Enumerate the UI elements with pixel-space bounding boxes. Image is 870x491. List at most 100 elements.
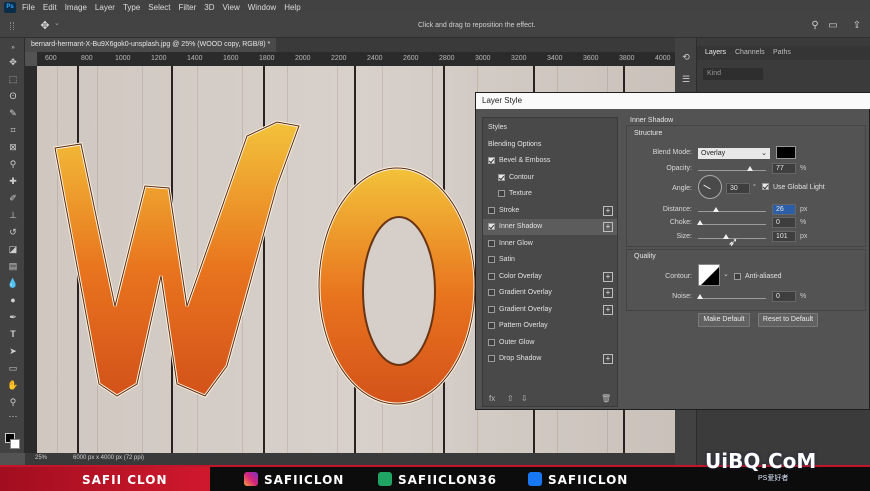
style-checkbox[interactable]: [488, 322, 495, 329]
fx-icon[interactable]: fx: [489, 394, 495, 403]
style-checkbox[interactable]: [488, 239, 495, 247]
style-item-inner-glow[interactable]: Inner Glow: [483, 236, 617, 252]
add-style-icon[interactable]: +: [603, 222, 613, 232]
zoom-level[interactable]: 25%: [35, 455, 47, 461]
distance-slider-handle[interactable]: [712, 207, 719, 212]
anti-aliased-checkbox[interactable]: [734, 273, 741, 280]
style-item-inner-shadow[interactable]: Inner Shadow +: [483, 219, 617, 235]
style-item-styles[interactable]: Styles: [483, 120, 617, 136]
style-item-outer-glow[interactable]: Outer Glow: [483, 335, 617, 351]
crop-icon[interactable]: ⌗: [6, 124, 20, 136]
eyedropper-icon[interactable]: ⚲: [6, 158, 20, 170]
layer-kind-filter[interactable]: Kind: [703, 68, 763, 80]
move-tool-icon[interactable]: ✥: [38, 19, 52, 33]
noise-slider-handle[interactable]: [697, 294, 703, 299]
menu-filter[interactable]: Filter: [179, 3, 197, 12]
choke-input[interactable]: 0: [772, 217, 796, 228]
menu-image[interactable]: Image: [65, 3, 87, 12]
style-item-texture[interactable]: Texture: [483, 186, 617, 202]
trash-icon[interactable]: 🗑: [601, 394, 611, 403]
menu-select[interactable]: Select: [148, 3, 170, 12]
add-style-icon[interactable]: +: [603, 205, 613, 216]
menu-view[interactable]: View: [223, 3, 240, 12]
photoshop-logo-icon[interactable]: Ps: [4, 1, 16, 13]
dodge-icon[interactable]: ●: [6, 294, 20, 306]
vertical-ruler[interactable]: [25, 66, 37, 453]
style-checkbox[interactable]: [498, 190, 505, 197]
menu-layer[interactable]: Layer: [95, 3, 115, 12]
healing-icon[interactable]: ✚: [6, 175, 20, 187]
type-icon[interactable]: T: [6, 328, 20, 340]
blur-icon[interactable]: 💧: [6, 277, 20, 289]
style-item-gradient-overlay[interactable]: Gradient Overlay +: [483, 302, 617, 318]
tab-paths[interactable]: Paths: [773, 49, 791, 56]
document-tab[interactable]: bernard-hermant-X-Bu9X6gok0-unsplash.jpg…: [25, 38, 277, 52]
search-icon[interactable]: ⚲: [808, 19, 822, 33]
choke-slider-track[interactable]: [698, 224, 766, 225]
menu-edit[interactable]: Edit: [43, 3, 57, 12]
menu-3d[interactable]: 3D: [204, 3, 214, 12]
size-input[interactable]: 101: [772, 231, 796, 242]
path-select-icon[interactable]: ➤: [6, 345, 20, 357]
distance-slider-track[interactable]: [698, 211, 766, 212]
style-checkbox[interactable]: [488, 223, 495, 230]
use-global-light-checkbox[interactable]: [762, 183, 769, 190]
stamp-icon[interactable]: ⊥: [6, 209, 20, 221]
add-style-icon[interactable]: +: [603, 288, 613, 298]
style-checkbox[interactable]: [488, 338, 495, 346]
style-checkbox[interactable]: [488, 272, 495, 280]
style-checkbox[interactable]: [488, 355, 495, 362]
style-item-bevel-emboss[interactable]: Bevel & Emboss: [483, 153, 617, 169]
history-brush-icon[interactable]: ↺: [6, 226, 20, 238]
blend-mode-select[interactable]: Overlay ⌄: [698, 148, 770, 159]
style-checkbox[interactable]: [488, 157, 495, 164]
share-icon[interactable]: ⇪: [850, 19, 864, 33]
tab-layers[interactable]: Layers: [705, 49, 726, 56]
style-item-stroke[interactable]: Stroke +: [483, 203, 617, 219]
style-checkbox[interactable]: [488, 305, 495, 313]
style-item-drop-shadow[interactable]: Drop Shadow +: [483, 351, 617, 367]
style-item-satin[interactable]: Satin: [483, 252, 617, 268]
make-default-button[interactable]: Make Default: [698, 313, 750, 327]
opacity-input[interactable]: 77: [772, 163, 796, 174]
style-checkbox[interactable]: [488, 256, 495, 263]
hand-icon[interactable]: ✋: [6, 379, 20, 391]
shadow-color-swatch[interactable]: [776, 146, 796, 159]
down-arrow-icon[interactable]: ⇩: [521, 394, 528, 403]
distance-input[interactable]: 26: [772, 204, 796, 215]
opacity-slider-track[interactable]: [698, 170, 766, 171]
dialog-title[interactable]: Layer Style: [476, 93, 870, 109]
menu-type[interactable]: Type: [123, 3, 140, 12]
quick-select-icon[interactable]: ✎: [6, 107, 20, 119]
frame-icon[interactable]: ⊠: [6, 141, 20, 153]
menu-window[interactable]: Window: [248, 3, 276, 12]
background-color-swatch[interactable]: [10, 439, 20, 449]
lasso-icon[interactable]: ʘ: [6, 90, 20, 102]
chevron-down-icon[interactable]: ⌄: [54, 19, 60, 27]
style-checkbox[interactable]: [498, 173, 505, 181]
noise-slider-track[interactable]: [698, 298, 766, 299]
angle-dial[interactable]: [698, 175, 722, 199]
collapse-icon[interactable]: »: [6, 42, 20, 54]
angle-input[interactable]: 30: [726, 183, 750, 194]
zoom-icon[interactable]: ⚲: [6, 396, 20, 408]
chevron-down-icon[interactable]: ⌄: [723, 270, 729, 278]
add-style-icon[interactable]: +: [603, 271, 613, 282]
style-item-blending-options[interactable]: Blending Options: [483, 137, 617, 153]
marquee-icon[interactable]: ⬚: [6, 73, 20, 85]
style-checkbox[interactable]: [488, 289, 495, 296]
opacity-slider-handle[interactable]: [747, 166, 754, 171]
move-icon[interactable]: ✥: [6, 56, 20, 68]
reset-to-default-button[interactable]: Reset to Default: [758, 313, 818, 327]
style-item-contour[interactable]: Contour: [483, 170, 617, 186]
pen-icon[interactable]: ✒: [6, 311, 20, 323]
history-icon[interactable]: ⟲: [679, 50, 693, 64]
style-item-pattern-overlay[interactable]: Pattern Overlay: [483, 318, 617, 334]
rectangle-icon[interactable]: ▭: [6, 362, 20, 374]
add-style-icon[interactable]: +: [603, 304, 613, 315]
workspace-icon[interactable]: ▭: [826, 19, 840, 33]
style-item-gradient-overlay[interactable]: Gradient Overlay +: [483, 285, 617, 301]
add-style-icon[interactable]: +: [603, 354, 613, 364]
style-checkbox[interactable]: [488, 206, 495, 214]
up-arrow-icon[interactable]: ⇧: [507, 394, 514, 403]
